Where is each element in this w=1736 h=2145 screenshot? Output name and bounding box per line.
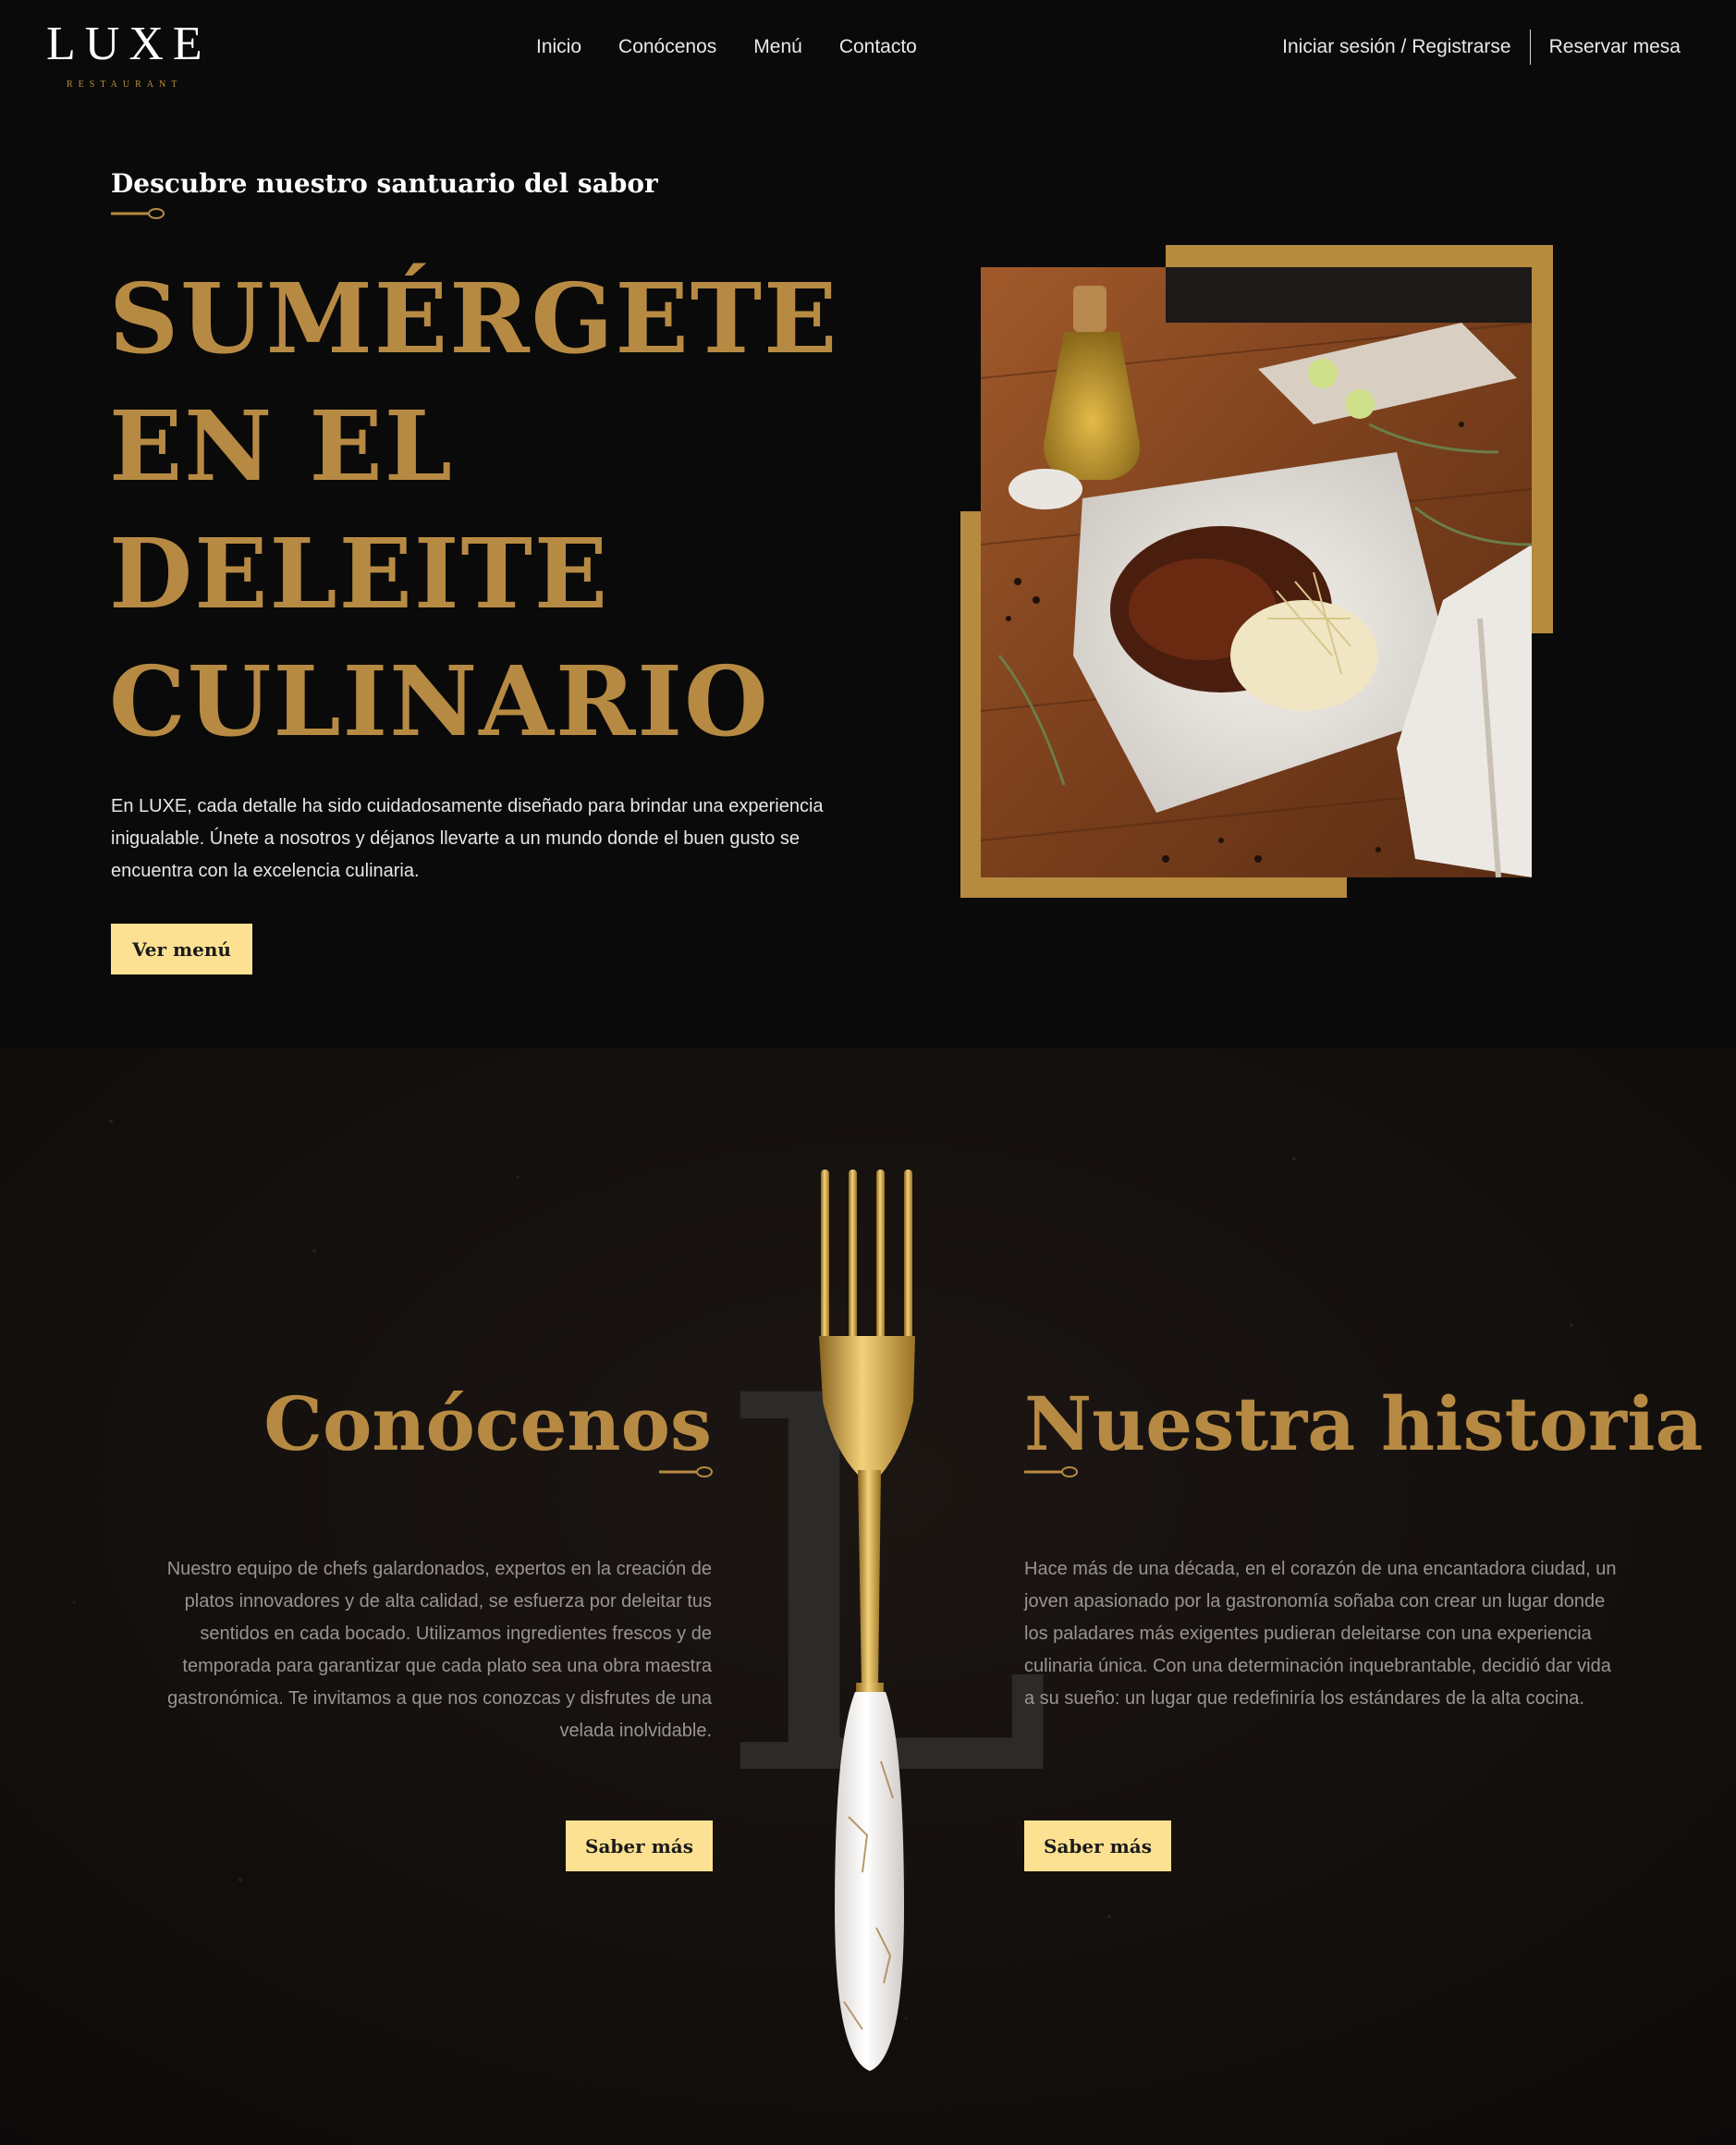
hero-title-line: CULINARIO xyxy=(109,644,770,758)
hero-title-line: EN EL xyxy=(109,389,454,503)
hero-title-line: SUMÉRGETE xyxy=(109,262,839,375)
gold-fork-icon xyxy=(819,1170,915,2071)
top-navbar: LUXE RESTAURANT Inicio Conócenos Menú Co… xyxy=(0,0,1736,96)
dish-photo xyxy=(981,267,1532,877)
nav-link-conocenos[interactable]: Conócenos xyxy=(618,33,716,61)
nav-link-menu[interactable]: Menú xyxy=(753,33,802,61)
nav-actions: Iniciar sesión / Registrarse Reservar me… xyxy=(1282,30,1681,65)
history-description: Hace más de una década, en el corazón de… xyxy=(1024,1559,1617,1709)
spoon-divider-icon xyxy=(1024,1466,1078,1477)
logo-subtitle: RESTAURANT xyxy=(67,80,183,90)
nav-link-contacto[interactable]: Contacto xyxy=(839,33,917,61)
hero-title-line: DELEITE xyxy=(109,517,610,631)
history-title: Nuestra historia xyxy=(1024,1380,1704,1467)
luxe-logo[interactable]: LUXE RESTAURANT xyxy=(46,18,213,91)
logo-wordmark: LUXE xyxy=(46,18,212,70)
hero-eyebrow: Descubre nuestro santuario del sabor xyxy=(111,168,658,199)
spoon-divider-icon xyxy=(659,1466,713,1477)
hero-description: En LUXE, cada detalle ha sido cuidadosam… xyxy=(111,796,824,881)
reserve-table-link[interactable]: Reservar mesa xyxy=(1531,30,1681,65)
about-learn-more-button[interactable]: Saber más xyxy=(566,1820,713,1871)
about-description: Nuestro equipo de chefs galardonados, ex… xyxy=(166,1559,712,1741)
nav-link-inicio[interactable]: Inicio xyxy=(536,33,581,61)
login-register-link[interactable]: Iniciar sesión / Registrarse xyxy=(1282,30,1531,65)
spoon-divider-icon xyxy=(111,208,165,219)
about-title: Conócenos xyxy=(263,1380,712,1467)
history-learn-more-button[interactable]: Saber más xyxy=(1024,1820,1171,1871)
main-nav: Inicio Conócenos Menú Contacto xyxy=(536,33,917,61)
view-menu-button[interactable]: Ver menú xyxy=(111,924,252,974)
plated-dish-image xyxy=(981,267,1532,877)
hero-title: SUMÉRGETE EN EL DELEITE CULINARIO xyxy=(109,255,849,766)
